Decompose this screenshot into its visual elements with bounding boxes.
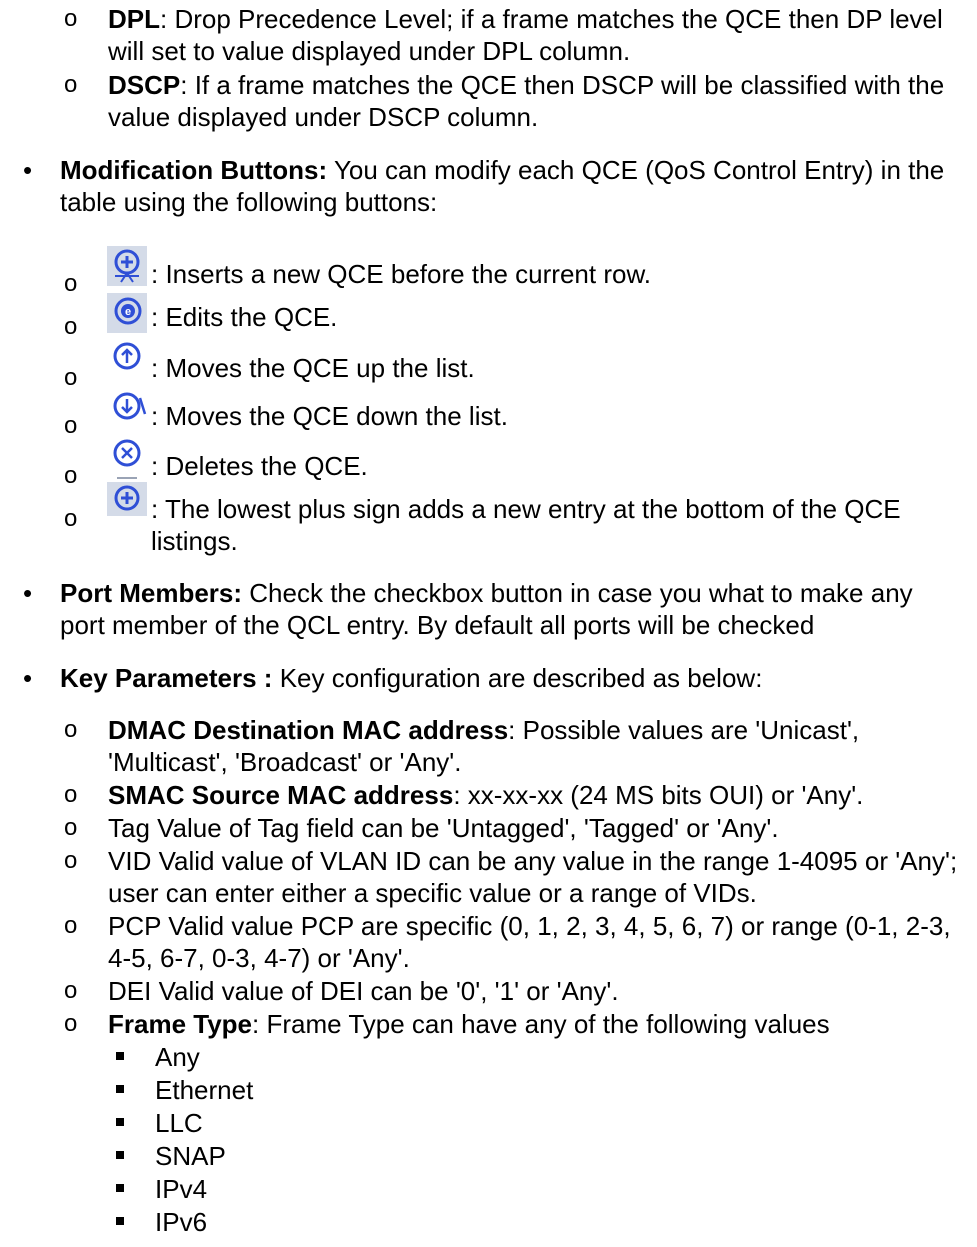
list-item-dscp: o DSCP: If a frame matches the QCE then … — [0, 69, 958, 133]
frame-type-description: : Frame Type can have any of the followi… — [252, 1009, 830, 1039]
bullet-icon: • — [23, 155, 33, 185]
insert-description: : Inserts a new QCE before the current r… — [151, 259, 652, 289]
bullet-icon: • — [23, 663, 33, 693]
circle-bullet-icon: o — [64, 1010, 78, 1037]
list-item-dpl: o DPL: Drop Precedence Level; if a frame… — [0, 3, 958, 67]
list-item-modification-buttons: • Modification Buttons: You can modify e… — [0, 154, 960, 218]
edit-e-icon: e — [107, 293, 147, 333]
square-bullet-icon — [116, 1184, 124, 1192]
frame-type-value-text: Ethernet — [155, 1075, 254, 1105]
term-frame-type: Frame Type — [108, 1009, 253, 1039]
circle-bullet-icon: o — [64, 270, 78, 297]
square-bullet-icon — [116, 1052, 124, 1060]
term-dpl: DPL — [108, 4, 160, 34]
list-item-dmac: o DMAC Destination MAC address: Possible… — [0, 714, 958, 778]
bullet-icon: • — [23, 578, 33, 608]
list-item-add: o : The lowest plus sign adds a new entr… — [0, 477, 971, 557]
add-plus-icon — [107, 476, 147, 516]
delete-x-icon — [107, 435, 147, 475]
key-parameters-description: Key configuration are described as below… — [272, 663, 763, 693]
frame-type-value: Any — [0, 1041, 200, 1073]
frame-type-value: IPv4 — [0, 1173, 207, 1205]
svg-text:e: e — [125, 306, 131, 318]
move-down-icon — [107, 388, 147, 428]
circle-bullet-icon: o — [64, 505, 78, 532]
move-up-description: : Moves the QCE up the list. — [151, 353, 475, 383]
circle-bullet-icon: o — [64, 462, 78, 489]
circle-bullet-icon: o — [64, 364, 78, 391]
list-item-insert: o : Inserts a new QCE before the current… — [0, 246, 957, 297]
frame-type-value-text: SNAP — [155, 1141, 226, 1171]
frame-type-value: LLC — [0, 1107, 203, 1139]
list-item-move-up: o : Moves the QCE up the list. — [0, 342, 957, 391]
term-port-members: Port Members: — [60, 578, 243, 608]
circle-bullet-icon: o — [64, 71, 78, 98]
square-bullet-icon — [116, 1217, 124, 1225]
dscp-description: : If a frame matches the QCE then DSCP w… — [108, 70, 945, 132]
circle-bullet-icon: o — [64, 847, 78, 874]
frame-type-value-text: Any — [155, 1042, 200, 1072]
frame-type-value: SNAP — [0, 1140, 226, 1172]
frame-type-value-text: IPv4 — [155, 1174, 208, 1204]
list-item-dei: o DEI Valid value of DEI can be '0', '1'… — [0, 975, 958, 1007]
list-item-frame-type: o Frame Type: Frame Type can have any of… — [0, 1008, 958, 1040]
circle-bullet-icon: o — [64, 716, 78, 743]
frame-type-value: Ethernet — [0, 1074, 253, 1106]
term-dmac: DMAC Destination MAC address — [108, 715, 509, 745]
list-item-key-parameters: • Key Parameters : Key configuration are… — [0, 662, 960, 694]
insert-plus-icon — [107, 246, 147, 286]
term-modification-buttons: Modification Buttons: — [60, 155, 328, 185]
frame-type-value-text: IPv6 — [155, 1207, 208, 1237]
circle-bullet-icon: o — [64, 912, 78, 939]
term-dscp: DSCP — [108, 70, 181, 100]
dei-description: DEI Valid value of DEI can be '0', '1' o… — [108, 976, 619, 1006]
pcp-description: PCP Valid value PCP are specific (0, 1, … — [108, 911, 951, 973]
square-bullet-icon — [116, 1151, 124, 1159]
term-key-parameters: Key Parameters : — [60, 663, 273, 693]
vid-description: VID Valid value of VLAN ID can be any va… — [108, 846, 958, 908]
move-down-description: : Moves the QCE down the list. — [151, 401, 508, 431]
circle-bullet-icon: o — [64, 5, 78, 32]
edit-description: : Edits the QCE. — [151, 302, 338, 332]
square-bullet-icon — [116, 1085, 124, 1093]
circle-bullet-icon: o — [64, 313, 78, 340]
frame-type-value: IPv6 — [0, 1206, 207, 1238]
smac-description: : xx-xx-xx (24 MS bits OUI) or 'Any'. — [453, 780, 864, 810]
delete-description: : Deletes the QCE. — [151, 451, 368, 481]
list-item-edit: o e : Edits the QCE. — [0, 293, 957, 340]
circle-bullet-icon: o — [64, 781, 78, 808]
list-item-vid: o VID Valid value of VLAN ID can be any … — [0, 845, 958, 909]
circle-bullet-icon: o — [64, 977, 78, 1004]
circle-bullet-icon: o — [64, 412, 78, 439]
list-item-pcp: o PCP Valid value PCP are specific (0, 1… — [0, 910, 958, 974]
square-bullet-icon — [116, 1118, 124, 1126]
term-smac: SMAC Source MAC address — [108, 780, 454, 810]
document-page: o DPL: Drop Precedence Level; if a frame… — [0, 0, 977, 1247]
tag-description: Tag Value of Tag field can be 'Untagged'… — [108, 813, 779, 843]
add-description: : The lowest plus sign adds a new entry … — [151, 494, 901, 556]
list-item-tag: o Tag Value of Tag field can be 'Untagge… — [0, 812, 958, 844]
move-up-icon — [107, 338, 147, 378]
list-item-port-members: • Port Members: Check the checkbox butto… — [0, 577, 960, 641]
list-item-smac: o SMAC Source MAC address: xx-xx-xx (24 … — [0, 779, 958, 811]
dpl-description: : Drop Precedence Level; if a frame matc… — [108, 4, 943, 66]
circle-bullet-icon: o — [64, 814, 78, 841]
frame-type-value-text: LLC — [155, 1108, 203, 1138]
list-item-move-down: o : Moves the QCE down the list. — [0, 392, 957, 439]
